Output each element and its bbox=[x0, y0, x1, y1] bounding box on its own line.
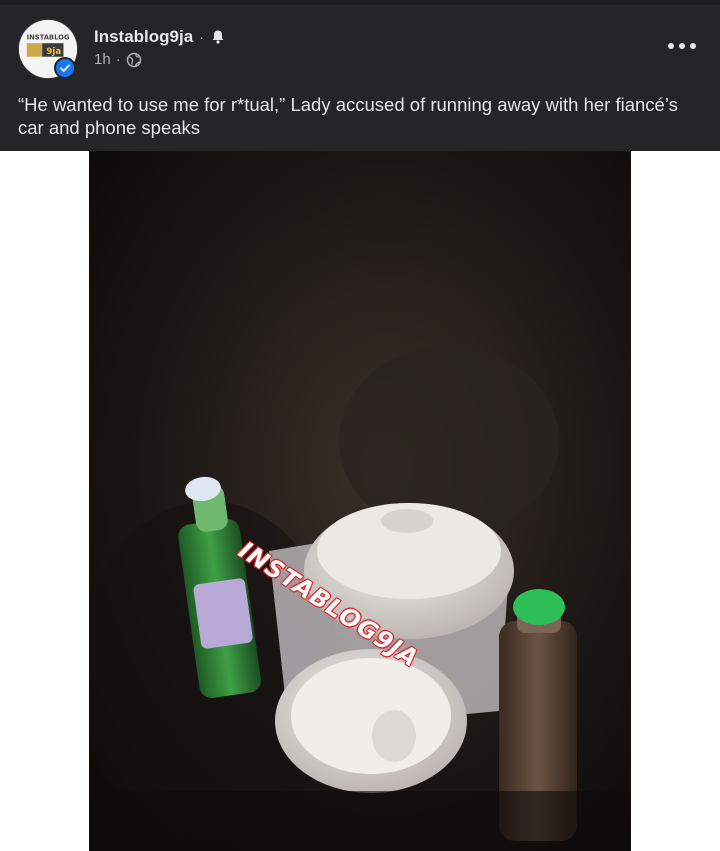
globe-icon bbox=[126, 52, 141, 67]
page-name-link[interactable]: Instablog9ja bbox=[94, 27, 193, 47]
post-header: INSTABLOG 9ja Instablog9ja · 1h · “He wa… bbox=[0, 5, 720, 151]
video-still-image bbox=[89, 151, 631, 851]
more-dot bbox=[679, 43, 685, 49]
post-media-area: INSTABLOG9JA bbox=[0, 151, 720, 851]
name-separator: · bbox=[199, 29, 204, 45]
more-options-icon[interactable] bbox=[668, 39, 696, 53]
svg-text:9ja: 9ja bbox=[46, 47, 61, 57]
post-caption: “He wanted to use me for r*tual,” Lady a… bbox=[18, 94, 678, 138]
post-timestamp[interactable]: 1h bbox=[94, 51, 111, 68]
post-video-frame[interactable]: INSTABLOG9JA bbox=[89, 151, 631, 851]
meta-separator: · bbox=[115, 51, 121, 68]
bell-icon[interactable] bbox=[210, 29, 226, 45]
post-meta: 1h · bbox=[94, 51, 142, 68]
svg-text:INSTABLOG: INSTABLOG bbox=[27, 33, 70, 41]
page-name-row: Instablog9ja · bbox=[94, 27, 226, 47]
more-dot bbox=[668, 43, 674, 49]
more-dot bbox=[690, 43, 696, 49]
verified-badge-icon bbox=[54, 57, 76, 79]
